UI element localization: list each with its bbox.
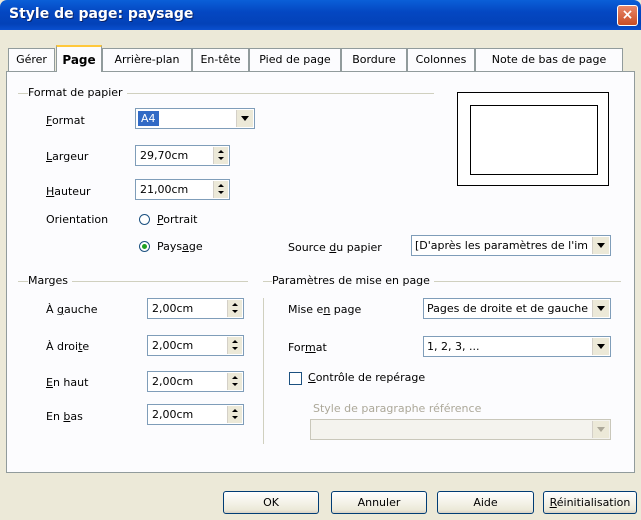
- up-arrow-icon[interactable]: [232, 340, 238, 343]
- cancel-button[interactable]: Annuler: [331, 491, 427, 514]
- reset-button[interactable]: Réinitialisation: [543, 491, 637, 514]
- register-true-checkbox[interactable]: [289, 372, 302, 385]
- margin-top-spinner[interactable]: 2,00cm: [147, 371, 244, 392]
- tab-note-de-bas-de-page[interactable]: Note de bas de page: [475, 48, 623, 71]
- ok-button[interactable]: OK: [223, 491, 319, 514]
- radio-selected-dot: [142, 244, 147, 249]
- paper-source-dropdown-button[interactable]: [592, 237, 609, 254]
- paper-source-select[interactable]: [D'après les paramètres de l'im: [411, 235, 611, 256]
- landscape-label[interactable]: Paysage: [157, 240, 203, 253]
- height-stepper[interactable]: [213, 181, 228, 198]
- down-arrow-icon[interactable]: [218, 157, 224, 160]
- margin-right-label: À droite: [46, 340, 90, 353]
- page-preview: [457, 92, 609, 186]
- tab-page[interactable]: Page: [56, 45, 102, 72]
- margin-right-stepper[interactable]: [227, 337, 242, 354]
- down-arrow-icon[interactable]: [232, 416, 238, 419]
- format-value: A4: [138, 111, 159, 126]
- margin-top-label: En haut: [46, 376, 89, 389]
- tab-arriere-plan[interactable]: Arrière-plan: [102, 48, 192, 71]
- width-stepper[interactable]: [213, 147, 228, 164]
- up-arrow-icon[interactable]: [232, 303, 238, 306]
- margin-bottom-stepper[interactable]: [227, 406, 242, 423]
- register-true-label[interactable]: Contrôle de repérage: [308, 371, 425, 384]
- margin-bottom-label: En bas: [46, 410, 83, 423]
- down-arrow-icon[interactable]: [218, 191, 224, 194]
- number-format-label: Format: [288, 341, 327, 354]
- down-arrow-icon[interactable]: [232, 347, 238, 350]
- orientation-label: Orientation: [46, 213, 109, 226]
- chevron-down-icon: [597, 344, 605, 349]
- help-button[interactable]: Aide: [437, 491, 534, 514]
- page-preview-margins: [470, 105, 598, 175]
- down-arrow-icon[interactable]: [232, 310, 238, 313]
- reference-style-select[interactable]: [310, 419, 611, 440]
- margin-left-label: À gauche: [46, 303, 98, 316]
- margin-top-value: 2,00cm: [152, 375, 194, 388]
- margin-right-value: 2,00cm: [152, 339, 194, 352]
- tab-en-tete[interactable]: En-tête: [192, 48, 249, 71]
- margin-top-stepper[interactable]: [227, 373, 242, 390]
- tab-colonnes[interactable]: Colonnes: [407, 48, 475, 71]
- format-label: Format: [46, 114, 85, 127]
- width-label: Largeur: [46, 150, 89, 163]
- paper-source-value: [D'après les paramètres de l'im: [415, 239, 588, 252]
- chevron-down-icon: [597, 306, 605, 311]
- reference-style-dropdown-button[interactable]: [592, 421, 609, 438]
- format-dropdown-button[interactable]: [236, 110, 253, 127]
- title-bar[interactable]: Style de page: paysage ×: [0, 0, 641, 30]
- tab-gerer[interactable]: Gérer: [8, 48, 55, 71]
- margin-bottom-value: 2,00cm: [152, 408, 194, 421]
- layout-group-title: Paramètres de mise en page: [272, 274, 434, 287]
- margin-left-value: 2,00cm: [152, 302, 194, 315]
- chevron-down-icon: [597, 243, 605, 248]
- up-arrow-icon[interactable]: [232, 376, 238, 379]
- group-separator: [263, 298, 264, 444]
- page-layout-dropdown-button[interactable]: [592, 300, 609, 317]
- height-label: Hauteur: [46, 185, 91, 198]
- landscape-radio[interactable]: [139, 241, 150, 252]
- number-format-value: 1, 2, 3, ...: [427, 340, 480, 353]
- format-select[interactable]: A4: [135, 108, 255, 129]
- paper-group-title: Format de papier: [28, 86, 127, 99]
- margin-left-stepper[interactable]: [227, 300, 242, 317]
- height-spinner[interactable]: 21,00cm: [135, 179, 230, 200]
- number-format-dropdown-button[interactable]: [592, 338, 609, 355]
- margin-left-spinner[interactable]: 2,00cm: [147, 298, 244, 319]
- tab-bordure[interactable]: Bordure: [341, 48, 407, 71]
- page-layout-label: Mise en page: [288, 303, 362, 316]
- up-arrow-icon[interactable]: [232, 409, 238, 412]
- width-spinner[interactable]: 29,70cm: [135, 145, 230, 166]
- tab-pied-de-page[interactable]: Pied de page: [249, 48, 341, 71]
- portrait-radio[interactable]: [139, 214, 150, 225]
- height-value: 21,00cm: [140, 183, 189, 196]
- margin-bottom-spinner[interactable]: 2,00cm: [147, 404, 244, 425]
- margin-right-spinner[interactable]: 2,00cm: [147, 335, 244, 356]
- width-value: 29,70cm: [140, 149, 189, 162]
- down-arrow-icon[interactable]: [232, 383, 238, 386]
- up-arrow-icon[interactable]: [218, 184, 224, 187]
- margins-group-title: Marges: [28, 274, 73, 287]
- portrait-label[interactable]: Portrait: [157, 213, 197, 226]
- window-title: Style de page: paysage: [9, 6, 194, 22]
- paper-source-label: Source du papier: [288, 241, 382, 254]
- number-format-select[interactable]: 1, 2, 3, ...: [423, 336, 611, 357]
- page-layout-select[interactable]: Pages de droite et de gauche: [423, 298, 611, 319]
- reference-style-label: Style de paragraphe référence: [313, 402, 482, 415]
- dialog-window: Style de page: paysage × Gérer Page Arri…: [0, 0, 641, 520]
- chevron-down-icon: [241, 116, 249, 121]
- page-layout-value: Pages de droite et de gauche: [427, 302, 589, 315]
- close-button[interactable]: ×: [617, 5, 638, 26]
- up-arrow-icon[interactable]: [218, 150, 224, 153]
- chevron-down-icon: [597, 427, 605, 432]
